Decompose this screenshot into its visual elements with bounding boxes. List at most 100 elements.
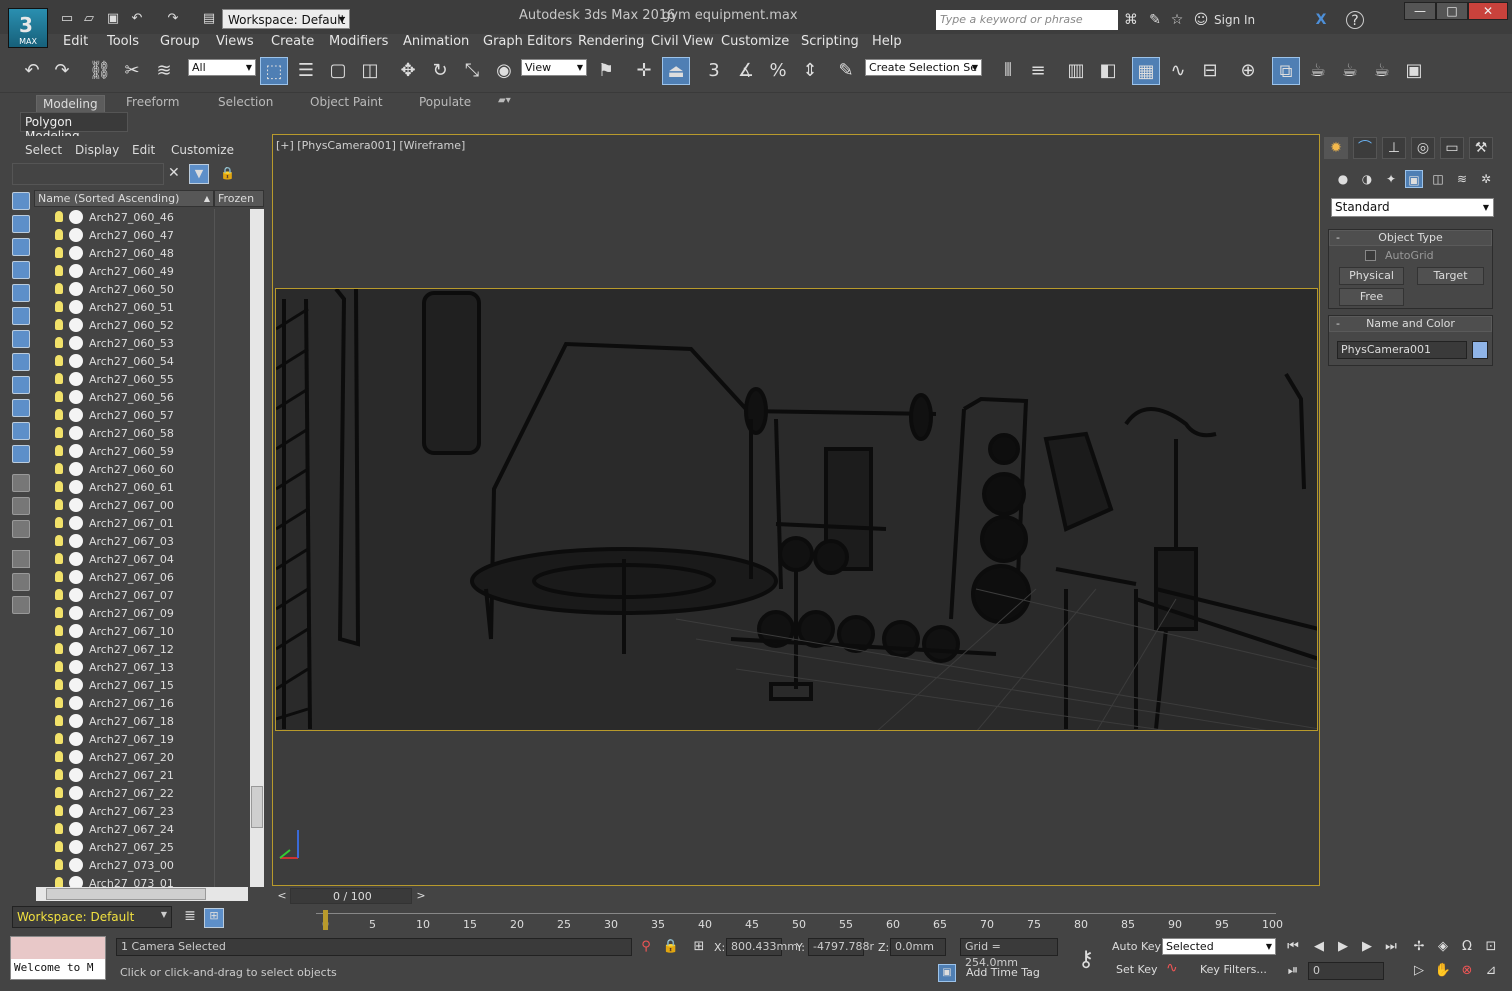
unlink-icon[interactable]: ✂	[118, 57, 146, 85]
display-shapes-icon[interactable]	[12, 215, 30, 233]
time-next-button[interactable]: >	[415, 889, 427, 903]
geometry-icon[interactable]: ●	[1334, 170, 1352, 188]
time-cursor[interactable]	[323, 910, 328, 930]
free-camera-button[interactable]: Free	[1339, 288, 1404, 306]
frozen-cell[interactable]	[214, 533, 248, 551]
material-editor-icon[interactable]: ⊕	[1234, 57, 1262, 85]
schematic-view-icon[interactable]: ⊟	[1196, 57, 1224, 85]
rotate-icon[interactable]: ↻	[426, 57, 454, 85]
frozen-cell[interactable]	[214, 263, 248, 281]
list-item[interactable]: Arch27_060_50	[36, 281, 248, 299]
menu-modifiers[interactable]: Modifiers	[329, 34, 388, 49]
list-item[interactable]: Arch27_067_19	[36, 731, 248, 749]
visibility-icon[interactable]	[69, 750, 83, 764]
list-item[interactable]: Arch27_060_48	[36, 245, 248, 263]
display-frozen-icon[interactable]	[12, 422, 30, 440]
named-selection-dropdown[interactable]: Create Selection Se ▼	[865, 59, 982, 76]
light-bulb-icon[interactable]	[55, 535, 63, 546]
scale-icon[interactable]: ⤡	[458, 57, 486, 85]
undo-icon[interactable]: ↶	[128, 10, 146, 28]
light-bulb-icon[interactable]	[55, 301, 63, 312]
light-bulb-icon[interactable]	[55, 571, 63, 582]
menu-civil-view[interactable]: Civil View	[651, 34, 714, 49]
visibility-icon[interactable]	[69, 696, 83, 710]
reference-coord-dropdown[interactable]: View ▼	[521, 59, 587, 76]
angle-snap-icon[interactable]: ∡	[732, 57, 760, 85]
display-lights-icon[interactable]	[12, 238, 30, 256]
list-item[interactable]: Arch27_060_60	[36, 461, 248, 479]
list-item[interactable]: Arch27_060_54	[36, 353, 248, 371]
frozen-cell[interactable]	[214, 785, 248, 803]
list-item[interactable]: Arch27_067_01	[36, 515, 248, 533]
visibility-icon[interactable]	[69, 588, 83, 602]
frozen-cell[interactable]	[214, 245, 248, 263]
visibility-icon[interactable]	[69, 390, 83, 404]
menu-graph-editors[interactable]: Graph Editors	[483, 34, 572, 49]
list-item[interactable]: Arch27_067_15	[36, 677, 248, 695]
render-setup-icon[interactable]: ⧉	[1272, 57, 1300, 85]
list-item[interactable]: Arch27_067_22	[36, 785, 248, 803]
visibility-icon[interactable]	[69, 408, 83, 422]
zoom-all-icon[interactable]: ◈	[1434, 938, 1452, 956]
snap-toggle-icon[interactable]: 3	[700, 57, 728, 85]
list-item[interactable]: Arch27_060_57	[36, 407, 248, 425]
menu-customize[interactable]: Customize	[721, 34, 789, 49]
next-frame-icon[interactable]: ▶	[1358, 938, 1376, 956]
play-icon[interactable]: ▶	[1334, 938, 1352, 956]
placement-icon[interactable]: ◉	[490, 57, 518, 85]
visibility-icon[interactable]	[69, 336, 83, 350]
tab-freeform[interactable]: Freeform	[126, 95, 179, 109]
key-filters-button[interactable]: Key Filters...	[1200, 963, 1267, 976]
list-item[interactable]: Arch27_060_47	[36, 227, 248, 245]
menu-help[interactable]: Help	[872, 34, 902, 49]
object-name-input[interactable]: PhysCamera001	[1337, 341, 1467, 359]
frozen-cell[interactable]	[214, 587, 248, 605]
list-item[interactable]: Arch27_067_18	[36, 713, 248, 731]
light-bulb-icon[interactable]	[55, 211, 63, 222]
link-icon[interactable]: ⛓	[86, 57, 114, 85]
visibility-icon[interactable]	[69, 210, 83, 224]
visibility-icon[interactable]	[69, 642, 83, 656]
visibility-icon[interactable]	[69, 768, 83, 782]
key-mode-toggle-icon[interactable]: ⏯	[1284, 962, 1302, 980]
menu-create[interactable]: Create	[271, 34, 314, 49]
utilities-tab-icon[interactable]: ⚒	[1469, 137, 1493, 159]
layer-explorer-icon[interactable]: ◧	[1094, 57, 1122, 85]
light-bulb-icon[interactable]	[55, 679, 63, 690]
visibility-icon[interactable]	[69, 822, 83, 836]
list-item[interactable]: Arch27_073_01	[36, 875, 248, 887]
list-item[interactable]: Arch27_067_04	[36, 551, 248, 569]
light-bulb-icon[interactable]	[55, 445, 63, 456]
frozen-cell[interactable]	[214, 713, 248, 731]
key-tangent-icon[interactable]: ∿	[1166, 960, 1178, 976]
list-item[interactable]: Arch27_067_13	[36, 659, 248, 677]
maximize-button[interactable]: □	[1436, 2, 1468, 20]
visibility-icon[interactable]	[69, 552, 83, 566]
frozen-cell[interactable]	[214, 443, 248, 461]
filter-icon[interactable]: ▼	[189, 164, 209, 184]
frozen-cell[interactable]	[214, 335, 248, 353]
object-color-swatch[interactable]	[1472, 341, 1488, 359]
redo-icon[interactable]: ↷	[164, 10, 182, 28]
light-bulb-icon[interactable]	[55, 319, 63, 330]
frozen-cell[interactable]	[214, 497, 248, 515]
frozen-cell[interactable]	[214, 749, 248, 767]
frozen-cell[interactable]	[214, 839, 248, 857]
frozen-cell[interactable]	[214, 353, 248, 371]
light-bulb-icon[interactable]	[55, 265, 63, 276]
add-time-tag-button[interactable]: Add Time Tag	[966, 966, 1040, 979]
field-of-view-icon[interactable]: ⊿	[1482, 962, 1500, 980]
light-bulb-icon[interactable]	[55, 499, 63, 510]
visibility-icon[interactable]	[69, 840, 83, 854]
column-frozen-header[interactable]: Frozen	[214, 190, 264, 207]
frozen-cell[interactable]	[214, 479, 248, 497]
tab-populate[interactable]: Populate	[419, 95, 471, 109]
redo-icon[interactable]: ↷	[48, 57, 76, 85]
current-frame-field[interactable]: 0	[1308, 962, 1384, 980]
scene-workspace-dropdown[interactable]: Workspace: Default ▼	[12, 906, 172, 928]
visibility-icon[interactable]	[69, 372, 83, 386]
scene-menu-customize[interactable]: Customize	[171, 143, 234, 157]
light-bulb-icon[interactable]	[55, 427, 63, 438]
light-bulb-icon[interactable]	[55, 769, 63, 780]
list-item[interactable]: Arch27_067_09	[36, 605, 248, 623]
